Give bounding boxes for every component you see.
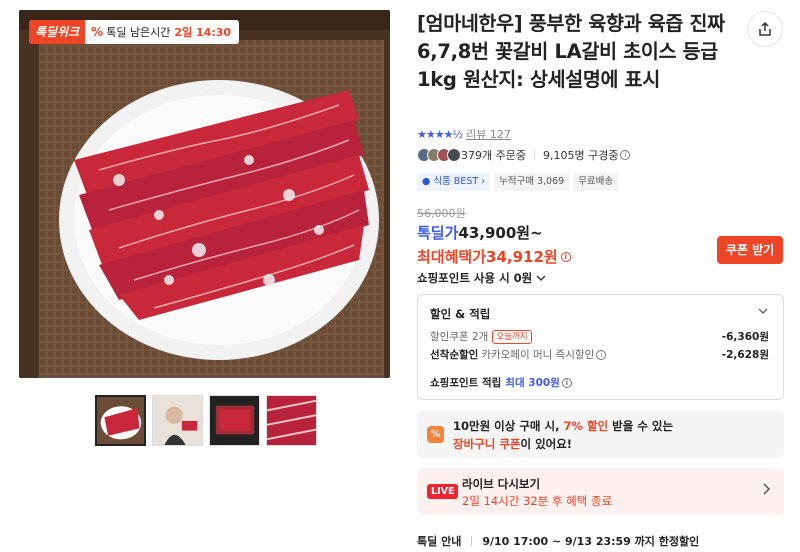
viewer-count: 9,105명 구경중: [542, 149, 619, 162]
share-icon: [759, 21, 771, 36]
tag-row: ● 식품 BEST › 누적구매 3,069 무료배송: [417, 173, 619, 191]
thumbnail-2[interactable]: [152, 395, 203, 446]
product-title: [엄마네한우] 풍부한 육향과 육즙 진짜 6,7,8번 꽃갈비 LA갈비 초이…: [417, 12, 725, 91]
deal-info-period: 9/10 17:00 ~ 9/13 23:59 까지 한정할인: [482, 535, 700, 548]
food-best-tag[interactable]: ● 식품 BEST ›: [417, 173, 490, 191]
meat-photo: [19, 10, 390, 378]
first-come-label: 선착순할인: [430, 349, 479, 361]
cart-coupon-promo[interactable]: % 10만원 이상 구매 시, 7% 할인 받을 수 있는 장바구니 쿠폰이 있…: [417, 411, 784, 458]
info-icon[interactable]: i: [561, 377, 572, 388]
first-come-value: -2,628원: [721, 349, 769, 361]
today-only-chip: 오늘까지: [492, 329, 532, 344]
divider: [533, 150, 535, 160]
thumbnail-3[interactable]: [209, 395, 260, 446]
original-price: 56,000원: [417, 207, 466, 220]
info-icon[interactable]: i: [596, 349, 607, 360]
free-shipping-tag: 무료배송: [573, 173, 619, 191]
max-benefit-value: 34,912원: [486, 248, 558, 266]
order-count: 379개 주문중: [461, 149, 526, 162]
coupon-discount-value: -6,360원: [721, 331, 769, 343]
buyers-row: 379개 주문중 9,105명 구경중 i: [417, 147, 631, 163]
chevron-right-icon: [760, 482, 772, 500]
deal-remaining-label: 톡딜 남은시간: [106, 26, 171, 39]
review-link[interactable]: 리뷰 127: [466, 126, 511, 142]
deal-week-logo: 톡딜위크: [29, 20, 86, 44]
discount-box-title: 할인 & 적립: [430, 307, 491, 321]
thumbnail-4[interactable]: [266, 395, 317, 446]
product-main-image[interactable]: 톡딜위크 % 톡딜 남은시간 2일 14:30: [19, 10, 390, 378]
deal-info-label: 톡딜 안내: [417, 535, 462, 548]
live-replay-countdown: 2일 14시간 32분 후 혜택 종료: [462, 494, 613, 508]
avatar: [447, 148, 461, 162]
info-icon[interactable]: i: [620, 150, 631, 160]
get-coupon-button[interactable]: 쿠폰 받기: [717, 236, 783, 264]
live-replay-banner[interactable]: LIVE 라이브 다시보기 2일 14시간 32분 후 혜택 종료: [417, 468, 784, 515]
star-rating-icon: ★★★★½: [417, 127, 463, 141]
thumbnail-1[interactable]: [95, 395, 146, 446]
share-button[interactable]: [747, 11, 783, 47]
discount-box: 할인 & 적립 할인쿠폰 2개 오늘까지 -6,360원 선착순할인 카카오페이 머…: [417, 294, 784, 400]
deal-remaining-time: 2일 14:30: [174, 26, 232, 39]
cumulative-purchase-tag: 누적구매 3,069: [494, 173, 570, 191]
chevron-down-icon[interactable]: [757, 305, 769, 320]
coupon-discount-label: 할인쿠폰 2개: [430, 331, 489, 343]
point-use-toggle[interactable]: 쇼핑포인트 사용 시 0원: [417, 270, 547, 286]
info-icon[interactable]: i: [560, 251, 571, 262]
max-benefit-label: 최대혜택가: [417, 248, 487, 266]
promo-line-1: 10만원 이상 구매 시, 7% 할인 받을 수 있는: [453, 419, 674, 433]
deal-price-value: 43,900원~: [458, 224, 543, 242]
thumbnail-strip: [95, 395, 317, 446]
rating-row: ★★★★½ 리뷰 127: [417, 126, 511, 142]
live-replay-title: 라이브 다시보기: [462, 477, 541, 491]
percent-icon: %: [91, 25, 104, 39]
deal-timer-badge: 톡딜위크 % 톡딜 남은시간 2일 14:30: [29, 20, 240, 44]
promo-line-2: 장바구니 쿠폰이 있어요!: [453, 437, 573, 451]
divider: [471, 536, 473, 546]
live-badge: LIVE: [427, 484, 459, 499]
buyer-avatars: [417, 148, 461, 162]
first-come-discount-row: 선착순할인 카카오페이 머니 즉시할인 i -2,628원: [430, 347, 769, 362]
deal-price: 톡딜가43,900원~: [417, 222, 543, 243]
percent-icon: %: [427, 426, 444, 443]
chevron-down-icon: [536, 275, 546, 281]
coupon-discount-row: 할인쿠폰 2개 오늘까지 -6,360원: [430, 329, 769, 344]
shopping-points-label: 쇼핑포인트 적립: [430, 377, 502, 389]
shopping-points-value: 최대 300원: [505, 377, 560, 389]
deal-info-row: 톡딜 안내 9/10 17:00 ~ 9/13 23:59 까지 한정할인: [417, 533, 699, 549]
max-benefit-price: 최대혜택가 34,912원 i: [417, 246, 571, 267]
point-use-label: 쇼핑포인트 사용 시 0원: [417, 271, 533, 285]
deal-price-label: 톡딜가: [417, 224, 459, 242]
shopping-points-row: 쇼핑포인트 적립 최대 300원 i: [430, 375, 572, 390]
first-come-sub: 카카오페이 머니 즉시할인: [481, 349, 595, 361]
